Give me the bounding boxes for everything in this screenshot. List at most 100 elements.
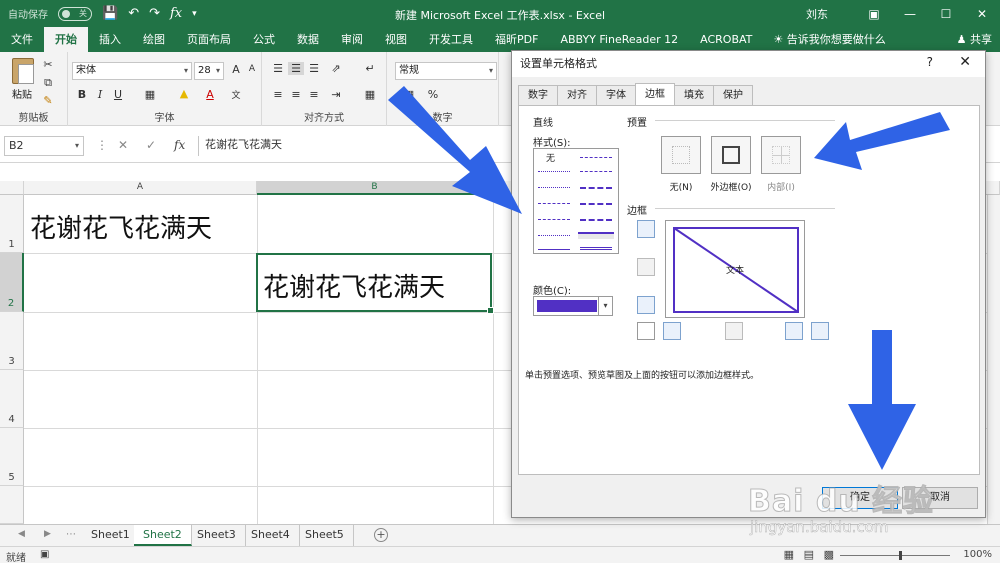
tab-acrobat[interactable]: ACROBAT (689, 27, 763, 52)
format-painter-icon[interactable]: ✎ (40, 94, 56, 107)
function-icon[interactable]: fx (170, 6, 182, 21)
insert-function-icon[interactable]: fx (174, 138, 185, 152)
accounting-icon[interactable]: ▦ (401, 88, 417, 101)
bold-button[interactable]: B (74, 88, 90, 101)
align-right-icon[interactable]: ≡ (306, 88, 322, 101)
select-all-corner[interactable] (0, 181, 24, 195)
zoom-level[interactable]: 100% (963, 549, 992, 560)
paste-icon[interactable] (12, 58, 34, 84)
maximize-icon[interactable]: ☐ (928, 7, 964, 21)
percent-button[interactable]: % (425, 88, 441, 101)
normal-view-icon[interactable]: ▦ (784, 548, 794, 561)
customize-qat-icon[interactable]: ▾ (192, 9, 197, 19)
copy-icon[interactable]: ⧉ (40, 76, 56, 90)
row-header-6[interactable] (0, 486, 24, 524)
tab-view[interactable]: 视图 (374, 27, 418, 52)
tab-foxit-pdf[interactable]: 福昕PDF (484, 27, 549, 52)
tab-font[interactable]: 字体 (596, 85, 636, 105)
formula-input[interactable]: 花谢花飞花满天 (198, 136, 518, 156)
tab-home[interactable]: 开始 (44, 27, 88, 52)
line-style-option[interactable] (538, 235, 570, 236)
help-icon[interactable]: ? (927, 55, 933, 69)
row-header-2[interactable]: 2 (0, 253, 24, 312)
zoom-slider-thumb[interactable] (899, 551, 902, 560)
border-diag-up-button[interactable] (637, 322, 655, 340)
underline-button[interactable]: U (110, 88, 126, 101)
preset-none-button[interactable] (661, 136, 701, 174)
grow-font-icon[interactable]: A (228, 63, 244, 76)
tab-border[interactable]: 边框 (635, 83, 675, 105)
confirm-entry-icon[interactable]: ✓ (146, 138, 156, 152)
more-sheets-icon[interactable]: ⋯ (66, 529, 76, 540)
border-middle-h-button[interactable] (637, 258, 655, 276)
user-name[interactable]: 刘东 (806, 6, 828, 22)
border-diag-down-button[interactable] (811, 322, 829, 340)
number-format-select[interactable]: 常规 ▾ (395, 62, 497, 80)
line-style-option[interactable] (538, 219, 570, 220)
line-style-option[interactable] (580, 219, 612, 221)
preset-inside-button[interactable] (761, 136, 801, 174)
sheet-tab-4[interactable]: Sheet4 (242, 525, 300, 546)
line-style-option[interactable] (538, 249, 570, 250)
tab-file[interactable]: 文件 (0, 27, 44, 52)
tab-fill[interactable]: 填充 (674, 85, 714, 105)
column-header-b[interactable]: B (257, 181, 493, 195)
tab-developer[interactable]: 开发工具 (418, 27, 484, 52)
border-middle-v-button[interactable] (725, 322, 743, 340)
border-right-button[interactable] (785, 322, 803, 340)
page-layout-view-icon[interactable]: ▤ (804, 548, 814, 561)
font-name-select[interactable]: 宋体 ▾ (72, 62, 192, 80)
line-style-list[interactable]: 无 (533, 148, 619, 254)
border-preview[interactable]: 文本 (665, 220, 805, 318)
line-style-selected[interactable] (578, 232, 614, 239)
border-top-button[interactable] (637, 220, 655, 238)
autosave-toggle[interactable]: 关 (58, 6, 92, 21)
font-color-icon[interactable]: A (202, 88, 218, 101)
sheet-tab-5[interactable]: Sheet5 (296, 525, 354, 546)
name-box[interactable]: B2 ▾ (4, 136, 84, 156)
vertical-scrollbar[interactable] (987, 195, 1000, 524)
row-header-4[interactable]: 4 (0, 370, 24, 428)
column-header-a[interactable]: A (24, 181, 257, 195)
close-icon[interactable]: ✕ (959, 54, 971, 70)
borders-icon[interactable]: ▦ (142, 88, 158, 101)
tab-formulas[interactable]: 公式 (242, 27, 286, 52)
indent-icon[interactable]: ⇥ (328, 88, 344, 101)
macro-record-icon[interactable]: ▣ (40, 549, 49, 560)
tab-number[interactable]: 数字 (518, 85, 558, 105)
cell-a1[interactable]: 花谢花飞花满天 (30, 208, 212, 245)
align-bottom-icon[interactable]: ☰ (306, 62, 322, 75)
italic-button[interactable]: I (92, 88, 108, 101)
sheet-tab-1[interactable]: Sheet1 (82, 525, 140, 546)
font-size-select[interactable]: 28 ▾ (194, 62, 224, 80)
row-header-1[interactable]: 1 (0, 195, 24, 253)
close-window-icon[interactable]: ✕ (964, 7, 1000, 21)
redo-icon[interactable]: ↷ (149, 6, 160, 21)
line-style-option[interactable] (580, 157, 612, 158)
align-left-icon[interactable]: ≡ (270, 88, 286, 101)
minimize-icon[interactable]: — (892, 7, 928, 21)
tab-review[interactable]: 审阅 (330, 27, 374, 52)
line-style-option[interactable] (580, 171, 612, 172)
cancel-entry-icon[interactable]: ✕ (118, 138, 128, 152)
border-left-button[interactable] (663, 322, 681, 340)
tab-page-layout[interactable]: 页面布局 (176, 27, 242, 52)
cut-icon[interactable]: ✂ (40, 58, 56, 71)
tab-draw[interactable]: 绘图 (132, 27, 176, 52)
line-style-option[interactable] (580, 247, 612, 250)
line-style-option[interactable] (538, 203, 570, 204)
prev-sheet-icon[interactable]: ◀ (18, 529, 25, 539)
line-style-none[interactable]: 无 (546, 151, 555, 164)
align-top-icon[interactable]: ☰ (270, 62, 286, 75)
save-icon[interactable]: 💾 (102, 6, 118, 21)
sheet-tab-3[interactable]: Sheet3 (188, 525, 246, 546)
row-header-5[interactable]: 5 (0, 428, 24, 486)
align-center-icon[interactable]: ≡ (288, 88, 304, 101)
undo-icon[interactable]: ↶ (128, 6, 139, 21)
wrap-text-icon[interactable]: ↵ (362, 62, 378, 75)
line-style-option[interactable] (580, 187, 612, 189)
phonetic-icon[interactable]: 文 (228, 88, 244, 101)
sheet-tab-2[interactable]: Sheet2 (134, 525, 192, 546)
tab-data[interactable]: 数据 (286, 27, 330, 52)
page-break-view-icon[interactable]: ▩ (824, 548, 834, 561)
